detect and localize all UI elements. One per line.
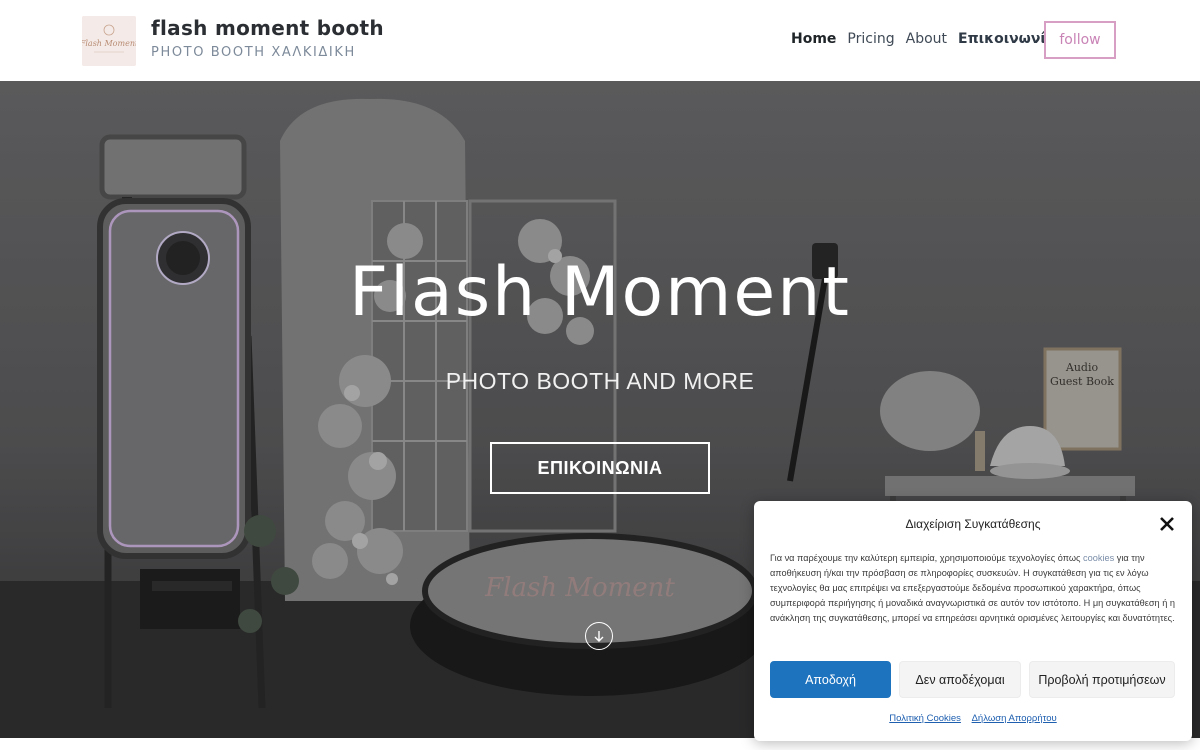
site-logo[interactable]: Flash Moment [82, 16, 136, 66]
hero-subtitle: PHOTO BOOTH AND MORE [445, 368, 755, 394]
cookie-dialog-title: Διαχείριση Συγκατάθεσης [905, 517, 1041, 531]
arrow-down-circle-icon [594, 631, 604, 642]
hero-title: Flash Moment [349, 253, 851, 332]
hero-contact-button[interactable]: ΕΠΙΚΟΙΝΩΝΙΑ [490, 442, 710, 494]
cookie-policy-link[interactable]: Πολιτική Cookies [889, 713, 961, 724]
follow-button[interactable]: follow [1044, 21, 1116, 59]
svg-text:Flash Moment: Flash Moment [82, 39, 136, 48]
cookie-dialog-links: Πολιτική Cookies Δήλωση Απορρήτου [754, 713, 1192, 724]
close-icon[interactable] [1156, 513, 1178, 535]
cookie-text-part: για την αποθήκευση ή/και την πρόσβαση σε… [770, 553, 1175, 624]
brand-title[interactable]: flash moment booth [151, 16, 384, 40]
nav-pricing[interactable]: Pricing [847, 31, 894, 47]
deny-button[interactable]: Δεν αποδέχομαι [899, 661, 1021, 698]
cookies-inline-link[interactable]: cookies [1083, 553, 1114, 563]
privacy-statement-link[interactable]: Δήλωση Απορρήτου [972, 713, 1057, 724]
nav-contact[interactable]: Επικοινωνία [958, 31, 1055, 47]
site-header: Flash Moment flash moment booth PHOTO BO… [0, 0, 1200, 82]
nav-about[interactable]: About [906, 31, 947, 47]
brand-subtitle: PHOTO BOOTH ΧΑΛΚΙΔΙΚΗ [151, 45, 356, 60]
view-preferences-button[interactable]: Προβολή προτιμήσεων [1029, 661, 1175, 698]
accept-button[interactable]: Αποδοχή [770, 661, 891, 698]
main-nav: Home Pricing About Επικοινωνία [791, 31, 1055, 47]
nav-home[interactable]: Home [791, 31, 836, 47]
scroll-down-button[interactable] [585, 622, 613, 650]
cookie-dialog-text: Για να παρέχουμε την καλύτερη εμπειρία, … [770, 551, 1178, 626]
cookie-consent-dialog: Διαχείριση Συγκατάθεσης Για να παρέχουμε… [754, 501, 1192, 741]
cookie-text-part: Για να παρέχουμε την καλύτερη εμπειρία, … [770, 553, 1084, 563]
